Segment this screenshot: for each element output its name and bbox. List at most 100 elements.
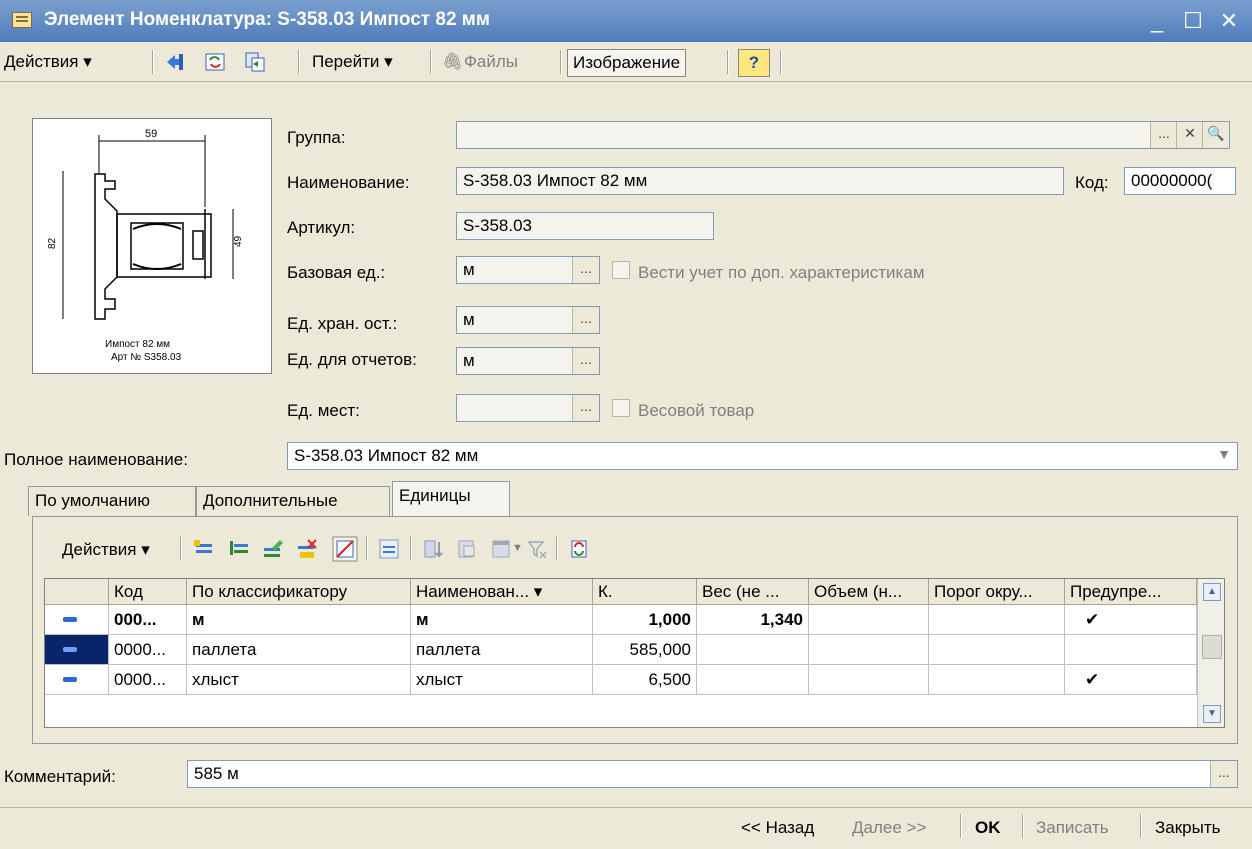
tab-default[interactable]: По умолчанию bbox=[28, 486, 196, 516]
table-cell-name[interactable]: паллета bbox=[411, 635, 593, 665]
recalc-icon[interactable] bbox=[568, 538, 590, 560]
group-label: Группа: bbox=[287, 128, 346, 147]
table-cell-warning[interactable]: ✔ bbox=[1065, 605, 1197, 635]
save-button[interactable]: Записать bbox=[1036, 818, 1109, 838]
weight-item-checkbox[interactable] bbox=[612, 399, 630, 417]
col-header-threshold[interactable]: Порог окру... bbox=[929, 579, 1065, 605]
table-cell-name[interactable]: м bbox=[411, 605, 593, 635]
maximize-button[interactable]: ☐ bbox=[1178, 6, 1208, 36]
table-cell-volume[interactable] bbox=[809, 665, 929, 695]
name-input[interactable]: S-358.03 Импост 82 мм bbox=[456, 167, 1064, 195]
table-cell-weight[interactable] bbox=[697, 665, 809, 695]
article-label: Артикул: bbox=[287, 218, 356, 237]
table-settings-icon[interactable] bbox=[490, 538, 512, 560]
col-header-coefficient[interactable]: К. bbox=[593, 579, 697, 605]
col-header-volume[interactable]: Объем (н... bbox=[809, 579, 929, 605]
copy-transfer-icon[interactable] bbox=[244, 51, 266, 73]
report-unit-select-button[interactable]: ... bbox=[572, 348, 599, 374]
table-cell-classifier[interactable]: паллета bbox=[187, 635, 411, 665]
inner-dimension: 49 bbox=[233, 235, 244, 247]
table-cell-volume[interactable] bbox=[809, 635, 929, 665]
table-cell-coefficient[interactable]: 585,000 bbox=[593, 635, 697, 665]
extra-characteristics-checkbox[interactable] bbox=[612, 261, 630, 279]
close-window-button[interactable]: ✕ bbox=[1214, 6, 1244, 36]
row-marker-header bbox=[45, 579, 109, 605]
toolbar-separator bbox=[366, 536, 368, 560]
row-marker-selected[interactable] bbox=[45, 635, 109, 665]
tab-units[interactable]: Единицы bbox=[392, 481, 510, 517]
goto-menu[interactable]: Перейти ▾ bbox=[312, 49, 393, 75]
table-cell-volume[interactable] bbox=[809, 605, 929, 635]
hierarchy-icon[interactable] bbox=[378, 538, 400, 560]
back-button[interactable]: << Назад bbox=[741, 818, 814, 838]
col-header-weight[interactable]: Вес (не ... bbox=[697, 579, 809, 605]
table-cell-code[interactable]: 0000... bbox=[109, 635, 187, 665]
sort-icon[interactable] bbox=[422, 538, 444, 560]
scroll-down-button[interactable]: ▼ bbox=[1203, 705, 1221, 723]
table-cell-code[interactable]: 0000... bbox=[109, 665, 187, 695]
col-header-name[interactable]: Наименован... ▾ bbox=[411, 579, 593, 605]
row-marker[interactable] bbox=[45, 605, 109, 635]
base-unit-field[interactable]: м... bbox=[456, 256, 600, 284]
full-name-input[interactable]: S-358.03 Импост 82 мм ▼ bbox=[287, 442, 1238, 470]
col-header-code[interactable]: Код bbox=[109, 579, 187, 605]
files-button[interactable]: Файлы bbox=[464, 49, 518, 75]
table-cell-code[interactable]: 000... bbox=[109, 605, 187, 635]
delete-row-icon[interactable] bbox=[296, 538, 318, 560]
add-child-row-icon[interactable] bbox=[228, 538, 250, 560]
report-unit-field[interactable]: м... bbox=[456, 347, 600, 375]
article-input[interactable]: S-358.03 bbox=[456, 212, 714, 240]
base-unit-select-button[interactable]: ... bbox=[572, 257, 599, 283]
places-unit-select-button[interactable]: ... bbox=[572, 395, 599, 421]
col-header-classifier[interactable]: По классификатору bbox=[187, 579, 411, 605]
group-field[interactable]: ... ✕ 🔍 bbox=[456, 121, 1230, 149]
tab-additional[interactable]: Дополнительные bbox=[196, 486, 390, 516]
col-header-warning[interactable]: Предупре... bbox=[1065, 579, 1197, 605]
fill-icon[interactable] bbox=[456, 538, 478, 560]
comment-input[interactable]: 585 м... bbox=[187, 760, 1238, 788]
next-button[interactable]: Далее >> bbox=[852, 818, 926, 838]
ok-button[interactable]: OK bbox=[975, 818, 1001, 838]
code-input[interactable]: 00000000( bbox=[1124, 167, 1236, 195]
table-cell-weight[interactable] bbox=[697, 635, 809, 665]
table-cell-classifier[interactable]: м bbox=[187, 605, 411, 635]
filter-clear-icon[interactable] bbox=[526, 538, 548, 560]
table-cell-weight[interactable]: 1,340 bbox=[697, 605, 809, 635]
comment-select-button[interactable]: ... bbox=[1210, 761, 1237, 787]
chevron-down-icon[interactable]: ▼ bbox=[512, 542, 523, 554]
table-cell-classifier[interactable]: хлыст bbox=[187, 665, 411, 695]
table-cell-warning[interactable] bbox=[1065, 635, 1197, 665]
image-toggle-button[interactable]: Изображение bbox=[567, 49, 687, 77]
places-unit-field[interactable]: ... bbox=[456, 394, 600, 422]
search-icon[interactable]: 🔍 bbox=[1202, 122, 1229, 148]
table-cell-coefficient[interactable]: 1,000 bbox=[593, 605, 697, 635]
grid-actions-menu[interactable]: Действия ▾ bbox=[62, 540, 150, 560]
edit-row-icon[interactable] bbox=[262, 538, 284, 560]
row-marker[interactable] bbox=[45, 665, 109, 695]
close-button[interactable]: Закрыть bbox=[1155, 818, 1220, 838]
table-cell-threshold[interactable] bbox=[929, 605, 1065, 635]
storage-unit-field[interactable]: м... bbox=[456, 306, 600, 334]
actions-menu[interactable]: Действия ▾ bbox=[4, 49, 92, 75]
chevron-down-icon[interactable]: ▼ bbox=[1211, 443, 1237, 469]
toolbar-separator bbox=[727, 50, 729, 74]
window-title: Элемент Номенклатура: S-358.03 Импост 82… bbox=[44, 9, 490, 30]
profile-drawing: 59 82 49 Импост 82 мм Арт № S358.03 bbox=[47, 128, 244, 363]
refresh-icon[interactable] bbox=[204, 51, 226, 73]
vertical-scrollbar[interactable]: ▲ ▼ bbox=[1197, 579, 1224, 727]
help-button[interactable]: ? bbox=[738, 49, 770, 77]
table-cell-threshold[interactable] bbox=[929, 665, 1065, 695]
minimize-button[interactable]: _ bbox=[1142, 6, 1172, 36]
arrow-left-icon[interactable] bbox=[164, 51, 186, 73]
end-edit-icon[interactable] bbox=[332, 536, 358, 562]
table-cell-name[interactable]: хлыст bbox=[411, 665, 593, 695]
scrollbar-thumb[interactable] bbox=[1202, 635, 1222, 659]
table-cell-warning[interactable]: ✔ bbox=[1065, 665, 1197, 695]
add-row-icon[interactable] bbox=[192, 538, 214, 560]
group-clear-button[interactable]: ✕ bbox=[1176, 122, 1203, 148]
scroll-up-button[interactable]: ▲ bbox=[1203, 583, 1221, 601]
table-cell-coefficient[interactable]: 6,500 bbox=[593, 665, 697, 695]
storage-unit-select-button[interactable]: ... bbox=[572, 307, 599, 333]
table-cell-threshold[interactable] bbox=[929, 635, 1065, 665]
group-select-button[interactable]: ... bbox=[1150, 122, 1177, 148]
